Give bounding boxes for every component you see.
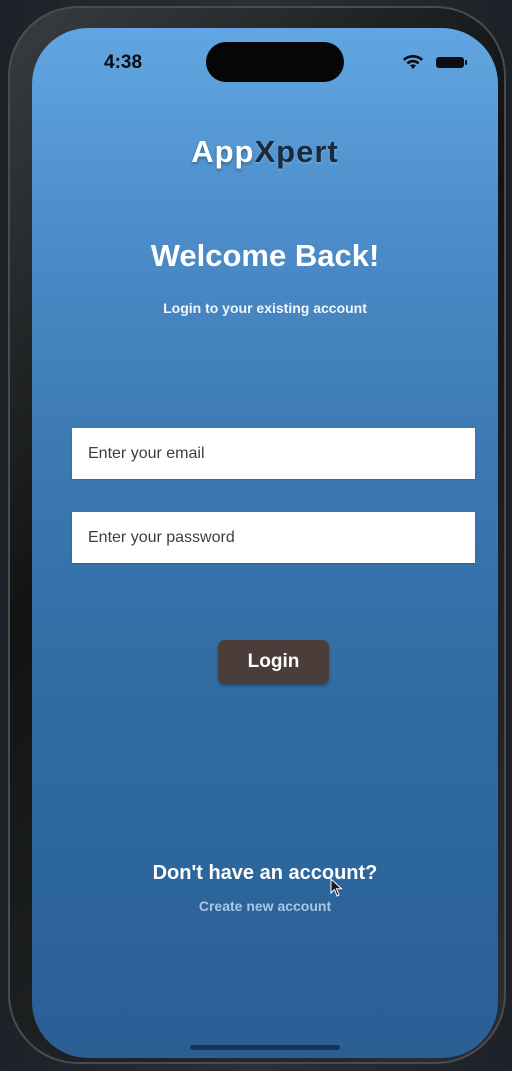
desktop-background: 4:38 .... AppXpert Welcome Back! Login t… — [0, 0, 512, 1071]
create-account-link[interactable]: Create new account — [32, 898, 498, 914]
status-time: 4:38 — [104, 52, 143, 73]
battery-icon — [436, 57, 467, 68]
signal-dots-icon: .... — [375, 50, 395, 66]
status-bar: 4:38 .... — [32, 28, 498, 98]
login-button[interactable]: Login — [218, 640, 329, 684]
home-indicator[interactable] — [190, 1045, 340, 1050]
dynamic-island — [206, 42, 344, 82]
mouse-cursor-icon — [330, 878, 343, 897]
password-field[interactable] — [72, 512, 475, 563]
logo-text-xpert: Xpert — [254, 134, 339, 169]
app-logo: AppXpert — [32, 134, 498, 170]
phone-frame: 4:38 .... AppXpert Welcome Back! Login t… — [8, 6, 506, 1064]
no-account-prompt: Don't have an account? — [152, 862, 378, 884]
email-field[interactable] — [72, 428, 475, 479]
phone-screen: 4:38 .... AppXpert Welcome Back! Login t… — [32, 28, 498, 1058]
page-title: Welcome Back! — [150, 238, 380, 273]
logo-text-app: App — [191, 134, 255, 169]
wifi-icon — [403, 55, 423, 69]
page-subtitle: Login to your existing account — [163, 300, 367, 316]
